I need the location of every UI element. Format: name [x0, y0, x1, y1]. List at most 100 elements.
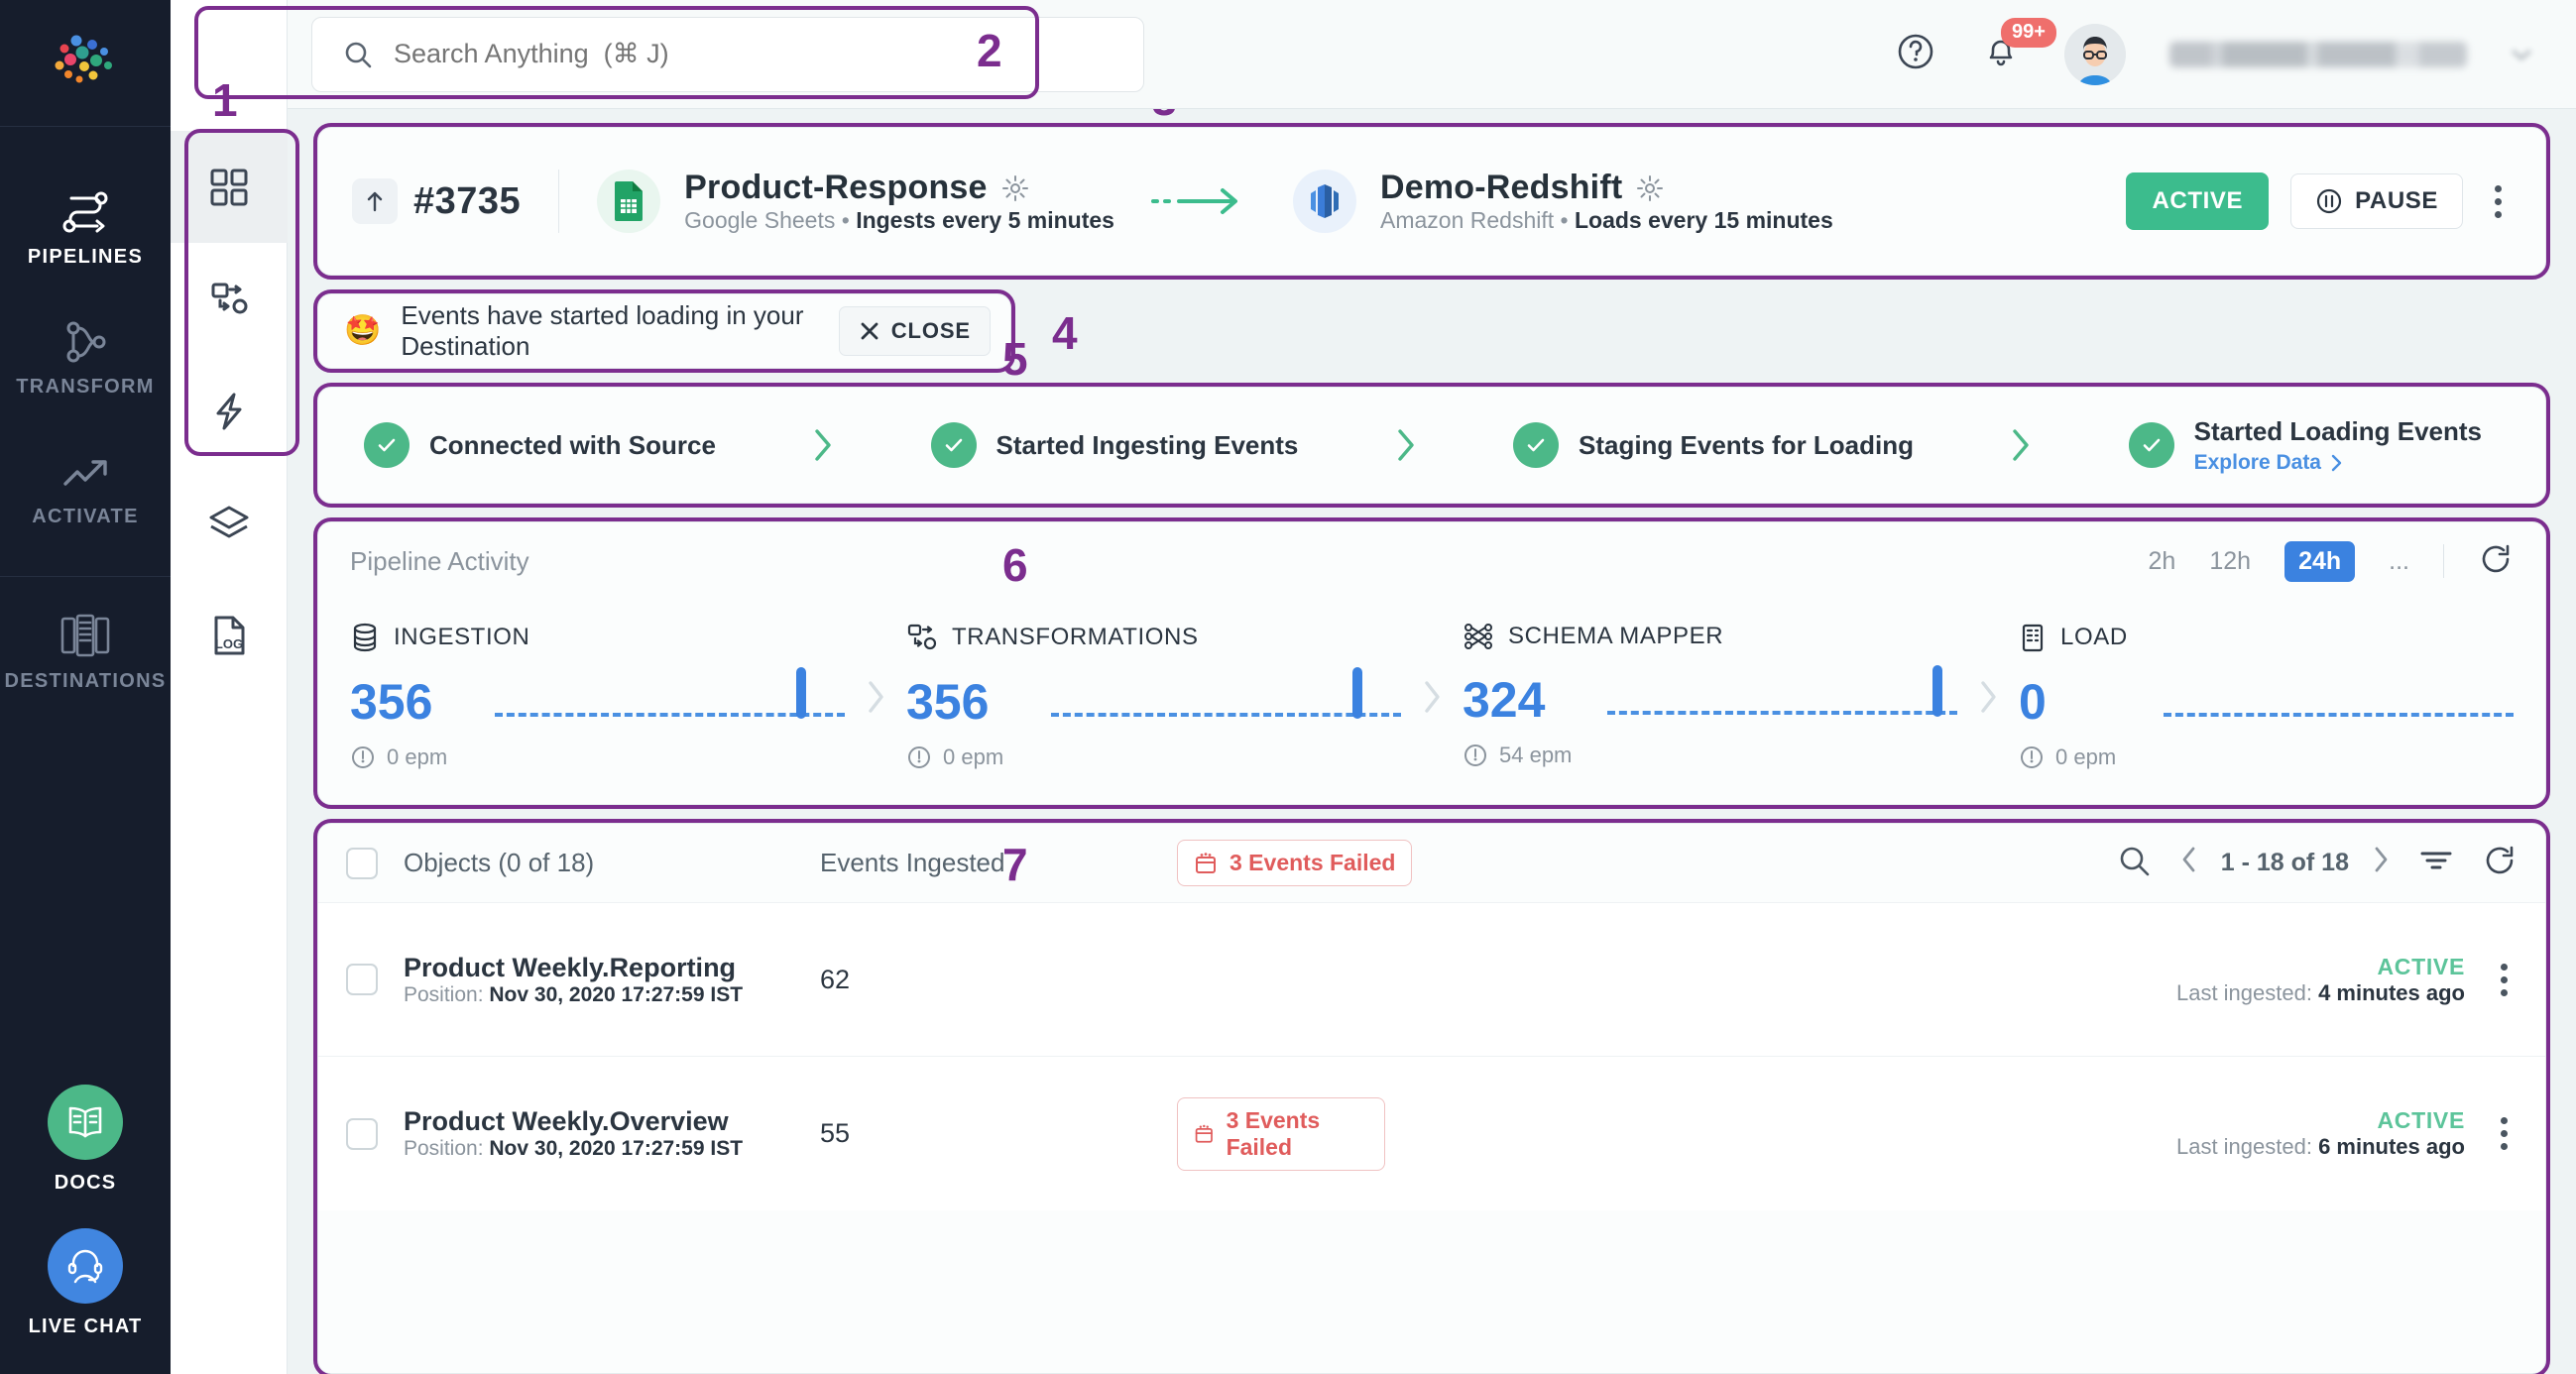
- row-kebab-menu[interactable]: [2491, 1107, 2517, 1160]
- events-failed-chip[interactable]: 3 Events Failed: [1177, 840, 1412, 886]
- chevron-down-icon[interactable]: [2511, 47, 2532, 62]
- amazon-redshift-icon: [1305, 181, 1345, 221]
- check-circle-icon: [931, 422, 977, 468]
- range-more[interactable]: ...: [2389, 547, 2409, 576]
- filter-button[interactable]: [2418, 846, 2454, 880]
- notifications-button[interactable]: 99+: [1981, 30, 2021, 78]
- nav-item-label: PIPELINES: [28, 246, 143, 269]
- source-type: Google Sheets: [684, 207, 835, 233]
- row-checkbox[interactable]: [346, 964, 378, 995]
- hevo-logo-icon: [47, 33, 124, 94]
- subrail-item-overview[interactable]: [171, 131, 288, 243]
- row-status-group: ACTIVE Last ingested: 6 minutes ago: [2176, 1107, 2517, 1160]
- load-sparkline: [2164, 667, 2514, 727]
- nav-item-pipelines[interactable]: PIPELINES: [0, 163, 171, 292]
- subrail-item-transformations[interactable]: [171, 355, 288, 467]
- onboarding-steps-card: 5 Connected with Source Star: [317, 387, 2546, 504]
- step-connected-with-source[interactable]: Connected with Source: [364, 422, 716, 468]
- row-kebab-menu[interactable]: [2491, 954, 2517, 1006]
- row-last-ingested: Last ingested: 6 minutes ago: [2176, 1134, 2465, 1159]
- objects-refresh-button[interactable]: [2482, 843, 2517, 883]
- range-24h[interactable]: 24h: [2284, 541, 2355, 582]
- step-label: Started Loading Events: [2194, 416, 2482, 447]
- grid-overview-icon: [206, 165, 252, 210]
- database-icon: [350, 622, 380, 653]
- metric-transformations: TRANSFORMATIONS 356 0 epm: [906, 622, 1401, 770]
- last-ingested-label: Last ingested:: [2176, 980, 2312, 1005]
- metric-body: 0: [2019, 667, 2514, 727]
- table-row[interactable]: Product Weekly.Reporting Position: Nov 3…: [318, 903, 2545, 1057]
- row-events-failed-chip[interactable]: 3 Events Failed: [1177, 1097, 1385, 1171]
- pipelines-icon: [58, 188, 113, 236]
- destination-name: Demo-Redshift: [1380, 169, 1622, 207]
- nav-item-destinations[interactable]: DESTINATIONS: [0, 577, 171, 717]
- chevron-right-icon: [1391, 423, 1421, 467]
- pause-button[interactable]: PAUSE: [2290, 173, 2463, 229]
- search-icon: [342, 39, 374, 70]
- global-search[interactable]: [311, 17, 1144, 92]
- metric-rate: 54 epm: [1463, 743, 1957, 768]
- events-failed-label: 3 Events Failed: [1229, 850, 1395, 876]
- next-page-button[interactable]: [2371, 844, 2391, 882]
- objects-table-tools: 1 - 18 of 18: [2116, 843, 2517, 883]
- range-12h[interactable]: 12h: [2209, 547, 2251, 576]
- transformations-bolt-icon: [206, 389, 252, 434]
- status-badge-active[interactable]: ACTIVE: [2126, 172, 2269, 230]
- search-input[interactable]: [394, 39, 1113, 69]
- nav-item-live-chat[interactable]: LIVE CHAT: [29, 1228, 143, 1338]
- chevron-right-icon: [1419, 677, 1445, 717]
- row-sparkline: [939, 1102, 1177, 1166]
- pipeline-header-card: 3 #3735: [317, 127, 2546, 276]
- annotation-number-6: 6: [1002, 542, 1028, 588]
- primary-nav-rail: PIPELINES TRANSFORM ACTIVATE: [0, 0, 171, 1374]
- column-events-ingested: Events Ingested: [820, 848, 1177, 878]
- metric-rate-value: 0 epm: [2055, 744, 2116, 770]
- help-circle-icon: [1894, 30, 1937, 73]
- banner-text: Events have started loading in your Dest…: [401, 300, 818, 362]
- avatar[interactable]: [2064, 24, 2126, 85]
- banner-close-button[interactable]: CLOSE: [839, 306, 991, 356]
- step-started-loading-events[interactable]: Started Loading Events Explore Data: [2129, 416, 2482, 475]
- divider: [558, 170, 559, 233]
- account-email[interactable]: [2169, 42, 2467, 67]
- row-events-count: 62: [820, 965, 939, 995]
- live-chat-button[interactable]: [48, 1228, 123, 1304]
- metric-header: LOAD: [2019, 622, 2514, 653]
- source-schedule: Ingests every 5 minutes: [856, 207, 1114, 233]
- subrail-item-schema-mapper[interactable]: [171, 243, 288, 355]
- gear-icon[interactable]: [1636, 174, 1664, 202]
- objects-table-card: 7 Objects (0 of 18) Events Ingested 3 Ev…: [317, 823, 2546, 1374]
- row-status-group: ACTIVE Last ingested: 4 minutes ago: [2176, 954, 2517, 1006]
- metric-body: 324: [1463, 665, 1957, 725]
- step-staging-events-for-loading[interactable]: Staging Events for Loading: [1513, 422, 1914, 468]
- position-label: Position:: [404, 983, 484, 1006]
- subrail-item-layers[interactable]: [171, 467, 288, 579]
- calendar-alert-icon: [1194, 852, 1218, 875]
- gear-icon[interactable]: [1001, 174, 1029, 202]
- google-sheets-icon: [611, 179, 646, 223]
- nav-bottom-label: LIVE CHAT: [29, 1316, 143, 1338]
- explore-data-link[interactable]: Explore Data: [2194, 451, 2482, 475]
- nav-item-transform[interactable]: TRANSFORM: [0, 292, 171, 422]
- destination-sep: •: [1561, 207, 1569, 233]
- select-all-checkbox[interactable]: [346, 848, 378, 879]
- subrail-item-log[interactable]: LOG: [171, 579, 288, 691]
- nav-item-activate[interactable]: ACTIVATE: [0, 422, 171, 552]
- check-circle-icon: [2129, 422, 2174, 468]
- docs-button[interactable]: [48, 1085, 123, 1160]
- prev-page-button[interactable]: [2179, 844, 2199, 882]
- metric-label: LOAD: [2060, 624, 2128, 651]
- pipeline-kebab-menu[interactable]: [2485, 175, 2512, 228]
- activity-refresh-button[interactable]: [2478, 541, 2514, 582]
- row-checkbox[interactable]: [346, 1118, 378, 1150]
- app-logo[interactable]: [0, 0, 171, 127]
- range-2h[interactable]: 2h: [2149, 547, 2176, 576]
- pipeline-direction-badge: [352, 178, 398, 224]
- table-row[interactable]: Product Weekly.Overview Position: Nov 30…: [318, 1057, 2545, 1210]
- status-badge: ACTIVE: [2176, 1107, 2465, 1134]
- pagination-group: 1 - 18 of 18: [2179, 844, 2391, 882]
- nav-item-docs[interactable]: DOCS: [48, 1085, 123, 1195]
- step-started-ingesting-events[interactable]: Started Ingesting Events: [931, 422, 1299, 468]
- help-button[interactable]: [1894, 30, 1937, 78]
- objects-search-button[interactable]: [2116, 843, 2152, 883]
